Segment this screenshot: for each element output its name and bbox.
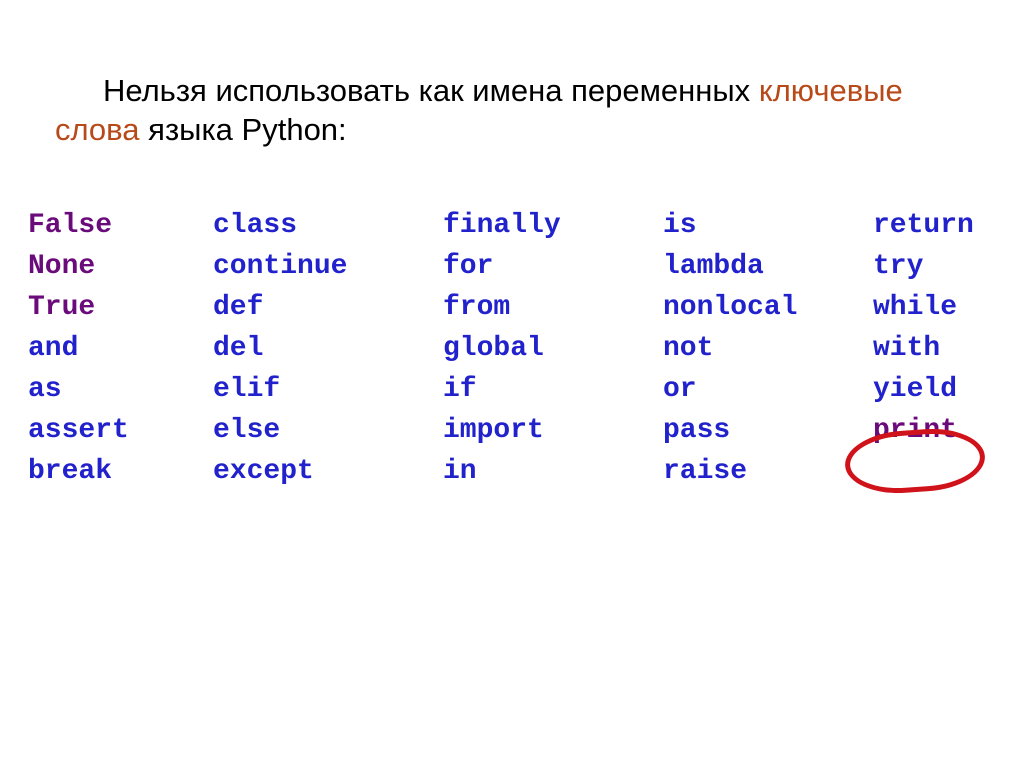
keyword: else (213, 415, 280, 446)
table-row: as elif if or yield (28, 374, 998, 405)
keyword: for (443, 251, 493, 282)
keyword: global (443, 333, 544, 364)
keyword: True (28, 292, 95, 323)
keyword: continue (213, 251, 347, 282)
keyword: not (663, 333, 713, 364)
heading-post: языка Python: (140, 112, 347, 147)
keywords-table: False class finally is return None conti… (28, 200, 998, 497)
keyword: in (443, 456, 477, 487)
table-row: False class finally is return (28, 210, 998, 241)
keyword: and (28, 333, 78, 364)
keyword: while (873, 292, 957, 323)
table-row: assert else import pass print (28, 415, 998, 446)
keyword: elif (213, 374, 280, 405)
keyword: class (213, 210, 297, 241)
keyword: lambda (663, 251, 764, 282)
table-row: None continue for lambda try (28, 251, 998, 282)
keyword: del (213, 333, 263, 364)
keyword: try (873, 251, 923, 282)
keyword: if (443, 374, 477, 405)
keyword: def (213, 292, 263, 323)
keyword: import (443, 415, 544, 446)
keyword: yield (873, 374, 957, 405)
keyword: with (873, 333, 940, 364)
keyword: None (28, 251, 95, 282)
keyword-print: print (873, 415, 957, 446)
keyword: is (663, 210, 697, 241)
table-row: break except in raise (28, 456, 998, 487)
keyword: pass (663, 415, 730, 446)
keyword: finally (443, 210, 561, 241)
keyword: or (663, 374, 697, 405)
table-row: True def from nonlocal while (28, 292, 998, 323)
keyword: except (213, 456, 314, 487)
keyword: False (28, 210, 112, 241)
heading-pre: Нельзя использовать как имена переменных (103, 73, 759, 108)
table-row: and del global not with (28, 333, 998, 364)
heading: Нельзя использовать как имена переменных… (55, 72, 975, 150)
keyword: break (28, 456, 112, 487)
keyword: nonlocal (663, 292, 797, 323)
keyword: as (28, 374, 62, 405)
keyword: from (443, 292, 510, 323)
keyword: return (873, 210, 974, 241)
slide: Нельзя использовать как имена переменных… (0, 0, 1024, 767)
keyword: raise (663, 456, 747, 487)
keyword: assert (28, 415, 129, 446)
